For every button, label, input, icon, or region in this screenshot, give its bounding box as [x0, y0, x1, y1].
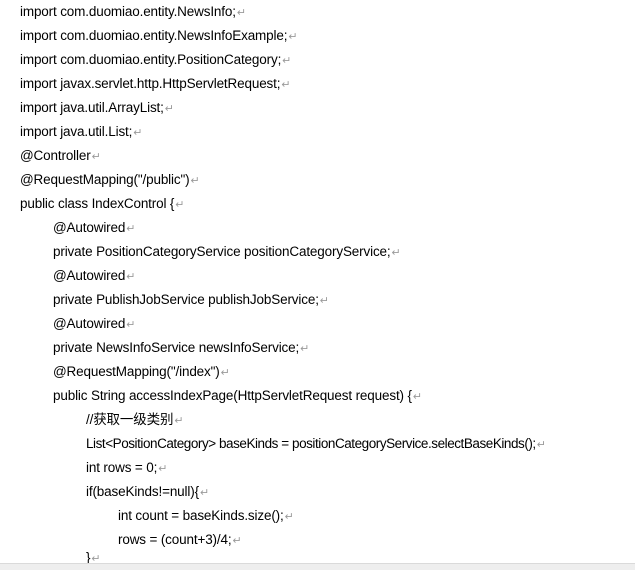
- code-text: @RequestMapping("/public"): [20, 172, 190, 187]
- paragraph-mark: ↵: [199, 487, 210, 499]
- code-text: public class IndexControl {: [20, 196, 175, 211]
- code-text: import javax.servlet.http.HttpServletReq…: [20, 76, 281, 91]
- code-text: List<PositionCategory> baseKinds = posit…: [86, 436, 536, 451]
- code-line: import java.util.ArrayList;↵: [20, 98, 174, 118]
- paragraph-mark: ↵: [158, 463, 168, 475]
- paragraph-mark: ↵: [91, 151, 101, 163]
- window-bottom-edge: [0, 563, 635, 570]
- code-line: int count = baseKinds.size();↵: [118, 506, 294, 526]
- paragraph-mark: ↵: [126, 223, 136, 235]
- code-text: rows = (count+3)/4;: [118, 532, 232, 547]
- code-line: @RequestMapping("/index")↵: [53, 362, 230, 382]
- code-text: @Autowired: [53, 220, 126, 235]
- paragraph-mark: ↵: [412, 391, 422, 403]
- paragraph-mark: ↵: [174, 415, 184, 427]
- code-line: private NewsInfoService newsInfoService;…: [53, 338, 309, 358]
- code-text: import com.duomiao.entity.NewsInfo;: [20, 4, 236, 19]
- code-text: import java.util.ArrayList;: [20, 100, 164, 115]
- code-line: @Autowired↵: [53, 266, 135, 286]
- paragraph-mark: ↵: [220, 367, 230, 379]
- code-line: private PositionCategoryService position…: [53, 242, 401, 262]
- code-text: @Autowired: [53, 268, 126, 283]
- paragraph-mark: ↵: [319, 295, 329, 307]
- code-text: @Autowired: [53, 316, 126, 331]
- paragraph-mark: ↵: [300, 343, 310, 355]
- code-line: int rows = 0;↵: [86, 458, 167, 478]
- code-line: if(baseKinds!=null){↵: [86, 482, 209, 502]
- paragraph-mark: ↵: [126, 271, 136, 283]
- code-text: //获取一级类别: [86, 412, 174, 427]
- code-line: @Autowired↵: [53, 314, 135, 334]
- code-text: private NewsInfoService newsInfoService;: [53, 340, 300, 355]
- paragraph-mark: ↵: [126, 319, 136, 331]
- paragraph-mark: ↵: [133, 127, 143, 139]
- code-line: @Controller↵: [20, 146, 101, 166]
- paragraph-mark: ↵: [232, 535, 242, 547]
- code-line: import com.duomiao.entity.NewsInfo;↵: [20, 2, 246, 22]
- paragraph-mark: ↵: [536, 439, 546, 451]
- code-line: import com.duomiao.entity.NewsInfoExampl…: [20, 26, 298, 46]
- code-line: //获取一级类别↵: [86, 410, 184, 430]
- paragraph-mark: ↵: [175, 199, 185, 211]
- paragraph-mark: ↵: [284, 511, 294, 523]
- code-text: @RequestMapping("/index"): [53, 364, 220, 379]
- paragraph-mark: ↵: [190, 175, 200, 187]
- code-line: private PublishJobService publishJobServ…: [53, 290, 329, 310]
- code-line: @RequestMapping("/public")↵: [20, 170, 200, 190]
- code-line: @Autowired↵: [53, 218, 135, 238]
- code-line: import com.duomiao.entity.PositionCatego…: [20, 50, 291, 70]
- code-text: private PositionCategoryService position…: [53, 244, 391, 259]
- code-text: public String accessIndexPage(HttpServle…: [53, 388, 412, 403]
- paragraph-mark: ↵: [164, 103, 174, 115]
- code-line: public String accessIndexPage(HttpServle…: [53, 386, 422, 406]
- paragraph-mark: ↵: [288, 31, 298, 43]
- code-text: import java.util.List;: [20, 124, 133, 139]
- code-line: rows = (count+3)/4;↵: [118, 530, 242, 550]
- code-line: import java.util.List;↵: [20, 122, 142, 142]
- code-text: import com.duomiao.entity.PositionCatego…: [20, 52, 282, 67]
- code-text: private PublishJobService publishJobServ…: [53, 292, 319, 307]
- code-text: import com.duomiao.entity.NewsInfoExampl…: [20, 28, 288, 43]
- document-page[interactable]: import com.duomiao.entity.NewsInfo;↵ imp…: [0, 0, 635, 570]
- code-text: if(baseKinds!=null){: [86, 484, 199, 499]
- paragraph-mark: ↵: [236, 7, 246, 19]
- code-line: import javax.servlet.http.HttpServletReq…: [20, 74, 291, 94]
- code-text: int rows = 0;: [86, 460, 158, 475]
- paragraph-mark: ↵: [282, 55, 292, 67]
- code-line: List<PositionCategory> baseKinds = posit…: [86, 434, 546, 454]
- paragraph-mark: ↵: [391, 247, 401, 259]
- code-line: public class IndexControl {↵: [20, 194, 185, 214]
- code-text: int count = baseKinds.size();: [118, 508, 284, 523]
- paragraph-mark: ↵: [281, 79, 291, 91]
- code-text: @Controller: [20, 148, 91, 163]
